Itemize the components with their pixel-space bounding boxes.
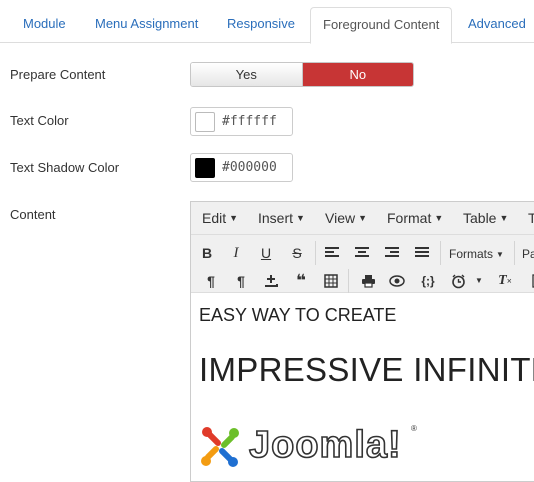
blockquote-icon[interactable]: ❝ (289, 269, 313, 293)
content-heading-large: IMPRESSIVE INFINITE S (199, 351, 534, 388)
editor-menubar: Edit▼ Insert▼ View▼ Format▼ Table▼ T (191, 202, 534, 235)
chevron-down-icon: ▼ (296, 213, 305, 223)
paragraph-dropdown[interactable]: Pa (522, 247, 534, 261)
menu-edit-label: Edit (202, 210, 227, 226)
tab-bar: Module Menu Assignment Responsive Foregr… (0, 0, 534, 44)
align-center-icon[interactable] (350, 241, 374, 265)
align-justify-icon[interactable] (410, 241, 434, 265)
bold-icon[interactable]: B (195, 241, 219, 265)
content-heading-small: EASY WAY TO CREATE (199, 305, 397, 325)
content-label: Content (10, 207, 56, 222)
underline-icon[interactable]: U (254, 241, 278, 265)
align-left-icon[interactable] (320, 241, 344, 265)
formats-label: Formats (449, 247, 494, 261)
chevron-down-icon: ▼ (499, 213, 509, 223)
chevron-down-icon: ▼ (229, 213, 239, 223)
text-shadow-color-value: #000000 (222, 160, 277, 175)
strikethrough-icon[interactable]: S (285, 241, 309, 265)
menu-table[interactable]: Table ▼ (463, 210, 508, 226)
menu-tools[interactable]: T (528, 210, 534, 226)
tab-advanced[interactable]: Advanced (468, 7, 526, 43)
print-icon[interactable] (356, 269, 380, 293)
chevron-down-icon[interactable]: ▼ (467, 269, 491, 293)
ltr-icon[interactable]: ¶ (199, 269, 223, 293)
chevron-down-icon: ▼ (358, 213, 368, 223)
text-color-label: Text Color (10, 113, 69, 128)
text-shadow-color-swatch[interactable] (195, 157, 215, 178)
rtl-icon[interactable]: ¶ (229, 269, 253, 293)
toolbar-divider (440, 241, 441, 265)
menu-format[interactable]: Format ▼ (387, 210, 443, 226)
table-icon[interactable] (319, 269, 343, 293)
tab-responsive[interactable]: Responsive (227, 7, 295, 43)
prepare-content-no-button[interactable]: No (302, 63, 413, 86)
prepare-content-toggle: Yes No (190, 62, 414, 87)
tab-menu-assignment[interactable]: Menu Assignment (95, 7, 198, 43)
tab-module[interactable]: Module (23, 7, 66, 43)
editor-content-area[interactable]: EASY WAY TO CREATE IMPRESSIVE INFINITE S… (191, 294, 534, 481)
prepare-content-yes-button[interactable]: Yes (191, 63, 303, 86)
clear-formatting-icon[interactable]: T× (493, 269, 517, 293)
text-color-swatch[interactable] (195, 111, 215, 132)
italic-icon[interactable]: I (224, 241, 248, 265)
toolbar-divider (315, 241, 316, 265)
chevron-down-icon: ▼ (496, 250, 504, 259)
chevron-down-icon: ▼ (434, 213, 444, 223)
text-color-value: #ffffff (222, 114, 277, 129)
menu-insert-label: Insert (258, 210, 294, 226)
align-right-icon[interactable] (380, 241, 404, 265)
menu-format-label: Format (387, 210, 432, 226)
tab-foreground-content[interactable]: Foreground Content (310, 7, 453, 44)
editor-toolbar: B I U S Formats▼ Pa ¶ ¶ ❝ (191, 235, 534, 293)
rich-text-editor: Edit▼ Insert▼ View▼ Format▼ Table▼ T B I… (190, 201, 534, 482)
text-shadow-color-label: Text Shadow Color (10, 160, 120, 175)
joomla-logo-text: Joomla! (248, 423, 402, 467)
toolbar-divider (514, 241, 515, 265)
menu-insert[interactable]: Insert ▼ (258, 210, 305, 226)
joomla-logo: Joomla! ® (197, 422, 427, 472)
menu-view-label: View (325, 210, 356, 226)
preview-icon[interactable] (385, 269, 409, 293)
toolbar-divider (348, 269, 349, 293)
menu-table-label: Table (463, 210, 497, 226)
formats-dropdown[interactable]: Formats ▼ (449, 247, 504, 261)
anchor-icon[interactable] (259, 269, 283, 293)
text-shadow-color-field[interactable]: #000000 (190, 153, 293, 182)
prepare-content-label: Prepare Content (10, 67, 106, 82)
menu-edit[interactable]: Edit ▼ (202, 210, 238, 226)
registered-mark: ® (411, 424, 417, 433)
source-code-icon[interactable] (525, 269, 534, 293)
menu-view[interactable]: View ▼ (325, 210, 367, 226)
code-sample-icon[interactable]: {;} (416, 269, 440, 293)
text-color-field[interactable]: #ffffff (190, 107, 293, 136)
